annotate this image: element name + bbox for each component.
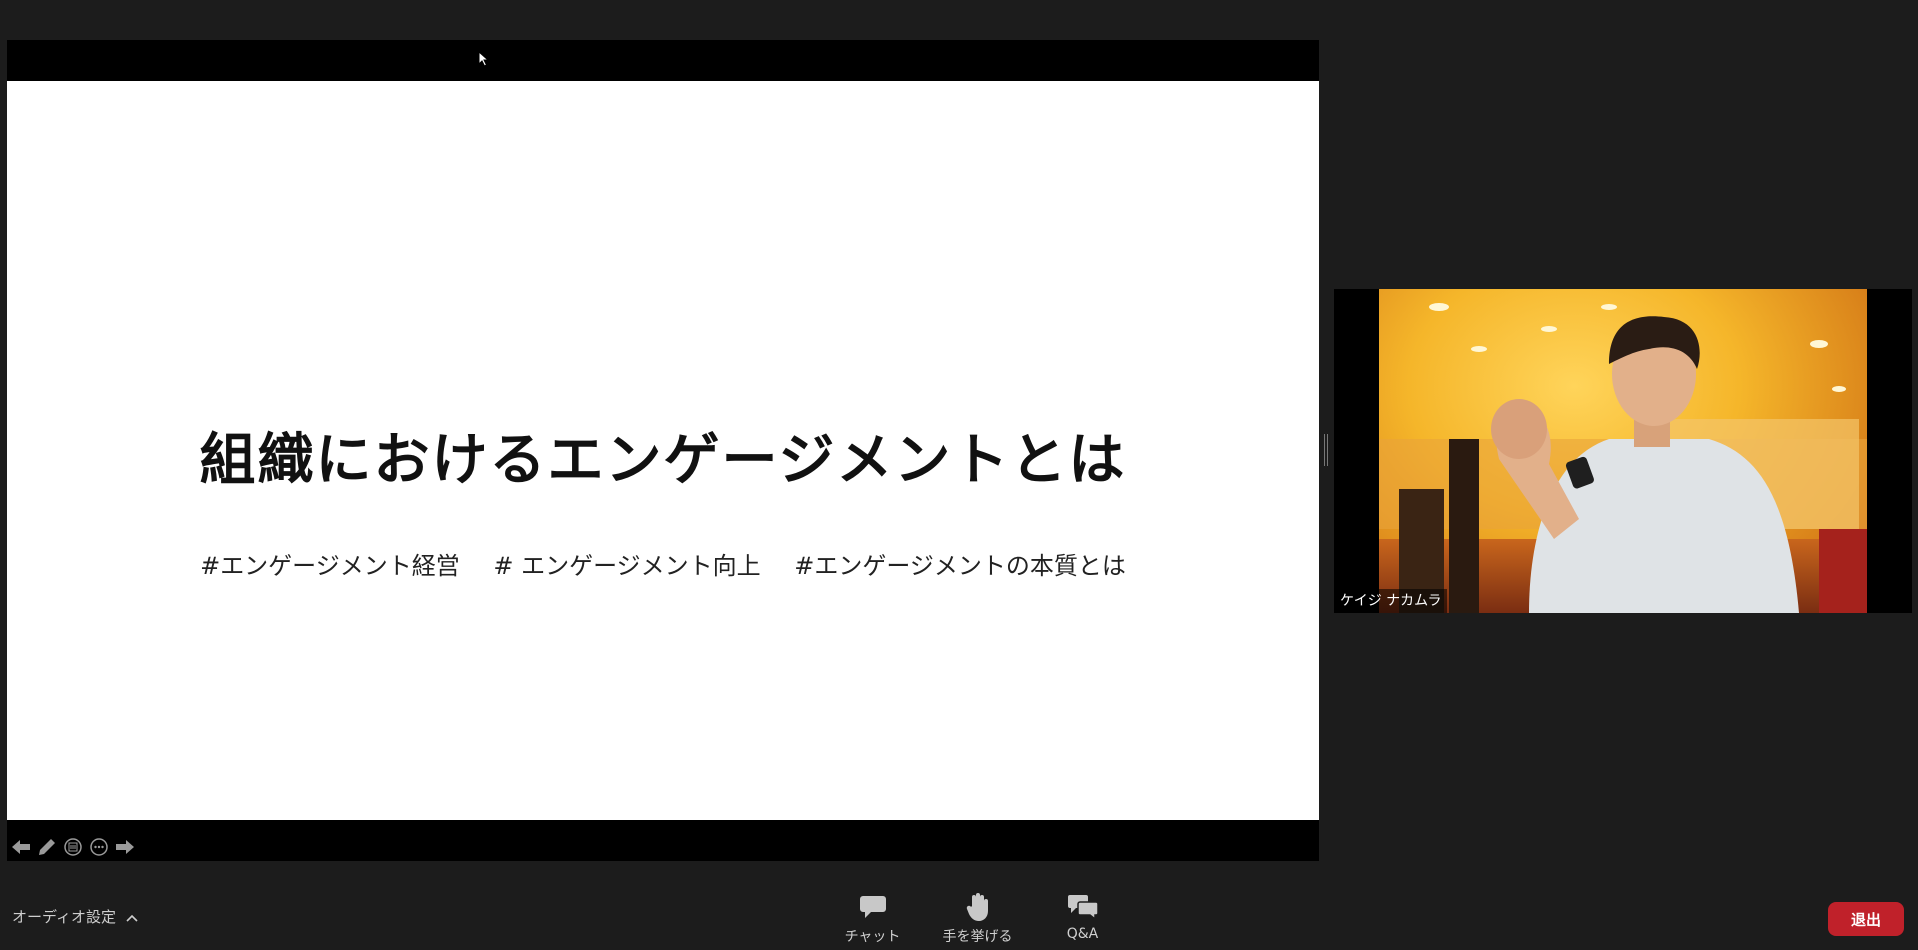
- slide-title: 組織におけるエンゲージメントとは: [199, 428, 1127, 493]
- audio-settings-button[interactable]: オーディオ設定: [12, 906, 138, 927]
- participant-video-feed: [1379, 289, 1867, 613]
- qa-button[interactable]: Q&A: [1030, 892, 1135, 946]
- more-icon[interactable]: [89, 837, 109, 857]
- chat-label: チャット: [844, 929, 901, 945]
- mouse-cursor-icon: [478, 50, 490, 71]
- slide-tag: #エンゲージメント経営: [200, 552, 460, 580]
- arrow-left-icon[interactable]: [11, 837, 31, 857]
- panel-resize-handle[interactable]: [1323, 434, 1329, 466]
- slide-tag: #エンゲージメントの本質とは: [794, 552, 1126, 580]
- center-controls: チャット 手を挙げる Q&A: [820, 892, 1135, 946]
- raise-hand-label: 手を挙げる: [942, 929, 1013, 945]
- shared-screen: 組織におけるエンゲージメントとは #エンゲージメント経営 # エンゲージメント向…: [7, 40, 1319, 861]
- chevron-up-icon: [126, 908, 138, 926]
- qa-icon: [1067, 892, 1099, 922]
- pen-icon[interactable]: [37, 837, 57, 857]
- slide-tags: #エンゲージメント経営 # エンゲージメント向上 #エンゲージメントの本質とは: [7, 546, 1319, 586]
- audio-settings-label: オーディオ設定: [12, 908, 116, 926]
- meeting-window: 組織におけるエンゲージメントとは #エンゲージメント経営 # エンゲージメント向…: [0, 0, 1918, 950]
- meeting-controls-bar: オーディオ設定 チャット 手を挙げる Q&A 退出: [0, 880, 1918, 950]
- slide-toolbar: [11, 836, 135, 858]
- chat-button[interactable]: チャット: [820, 892, 925, 946]
- participant-video-tile[interactable]: ケイジ ナカムラ: [1334, 289, 1912, 613]
- qa-label: Q&A: [1066, 926, 1099, 942]
- leave-button[interactable]: 退出: [1828, 902, 1904, 936]
- presentation-slide: 組織におけるエンゲージメントとは #エンゲージメント経営 # エンゲージメント向…: [7, 81, 1319, 856]
- raise-hand-icon: [966, 892, 990, 922]
- notes-icon[interactable]: [63, 837, 83, 857]
- chat-icon: [859, 892, 887, 922]
- participant-name-label: ケイジ ナカムラ: [1334, 589, 1448, 613]
- slide-tag: # エンゲージメント向上: [493, 552, 761, 580]
- raise-hand-button[interactable]: 手を挙げる: [925, 892, 1030, 946]
- arrow-right-icon[interactable]: [115, 837, 135, 857]
